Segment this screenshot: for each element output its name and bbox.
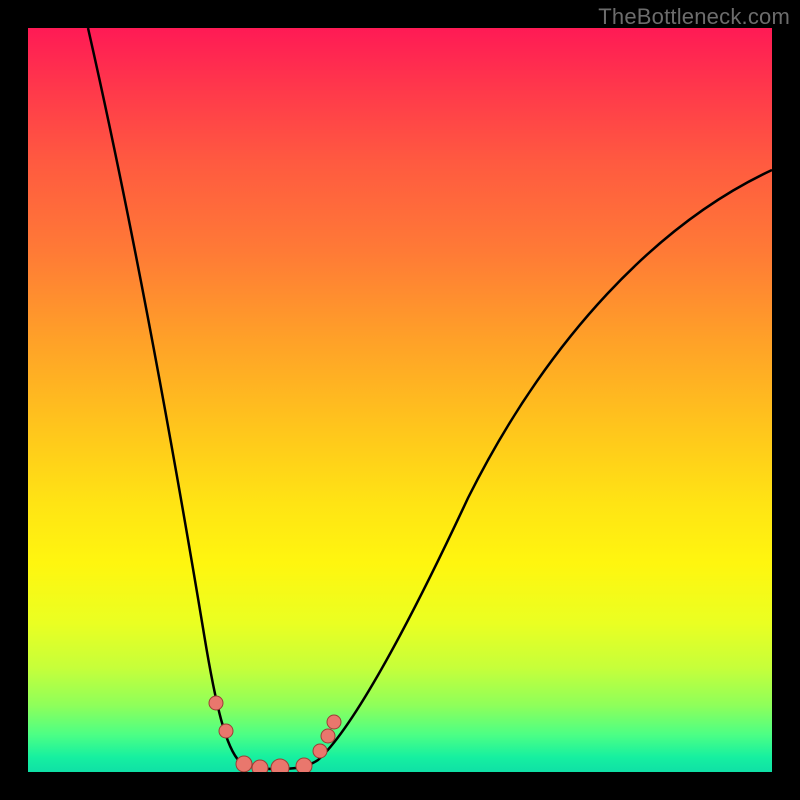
curve-marker: [271, 759, 289, 772]
curve-marker: [327, 715, 341, 729]
curve-marker: [219, 724, 233, 738]
watermark-text: TheBottleneck.com: [598, 4, 790, 30]
marker-group: [209, 696, 341, 772]
curve-marker: [236, 756, 252, 772]
bottleneck-curve: [88, 28, 772, 769]
plot-area: [28, 28, 772, 772]
chart-svg: [28, 28, 772, 772]
curve-marker: [209, 696, 223, 710]
curve-marker: [252, 760, 268, 772]
curve-marker: [296, 758, 312, 772]
curve-marker: [321, 729, 335, 743]
curve-marker: [313, 744, 327, 758]
